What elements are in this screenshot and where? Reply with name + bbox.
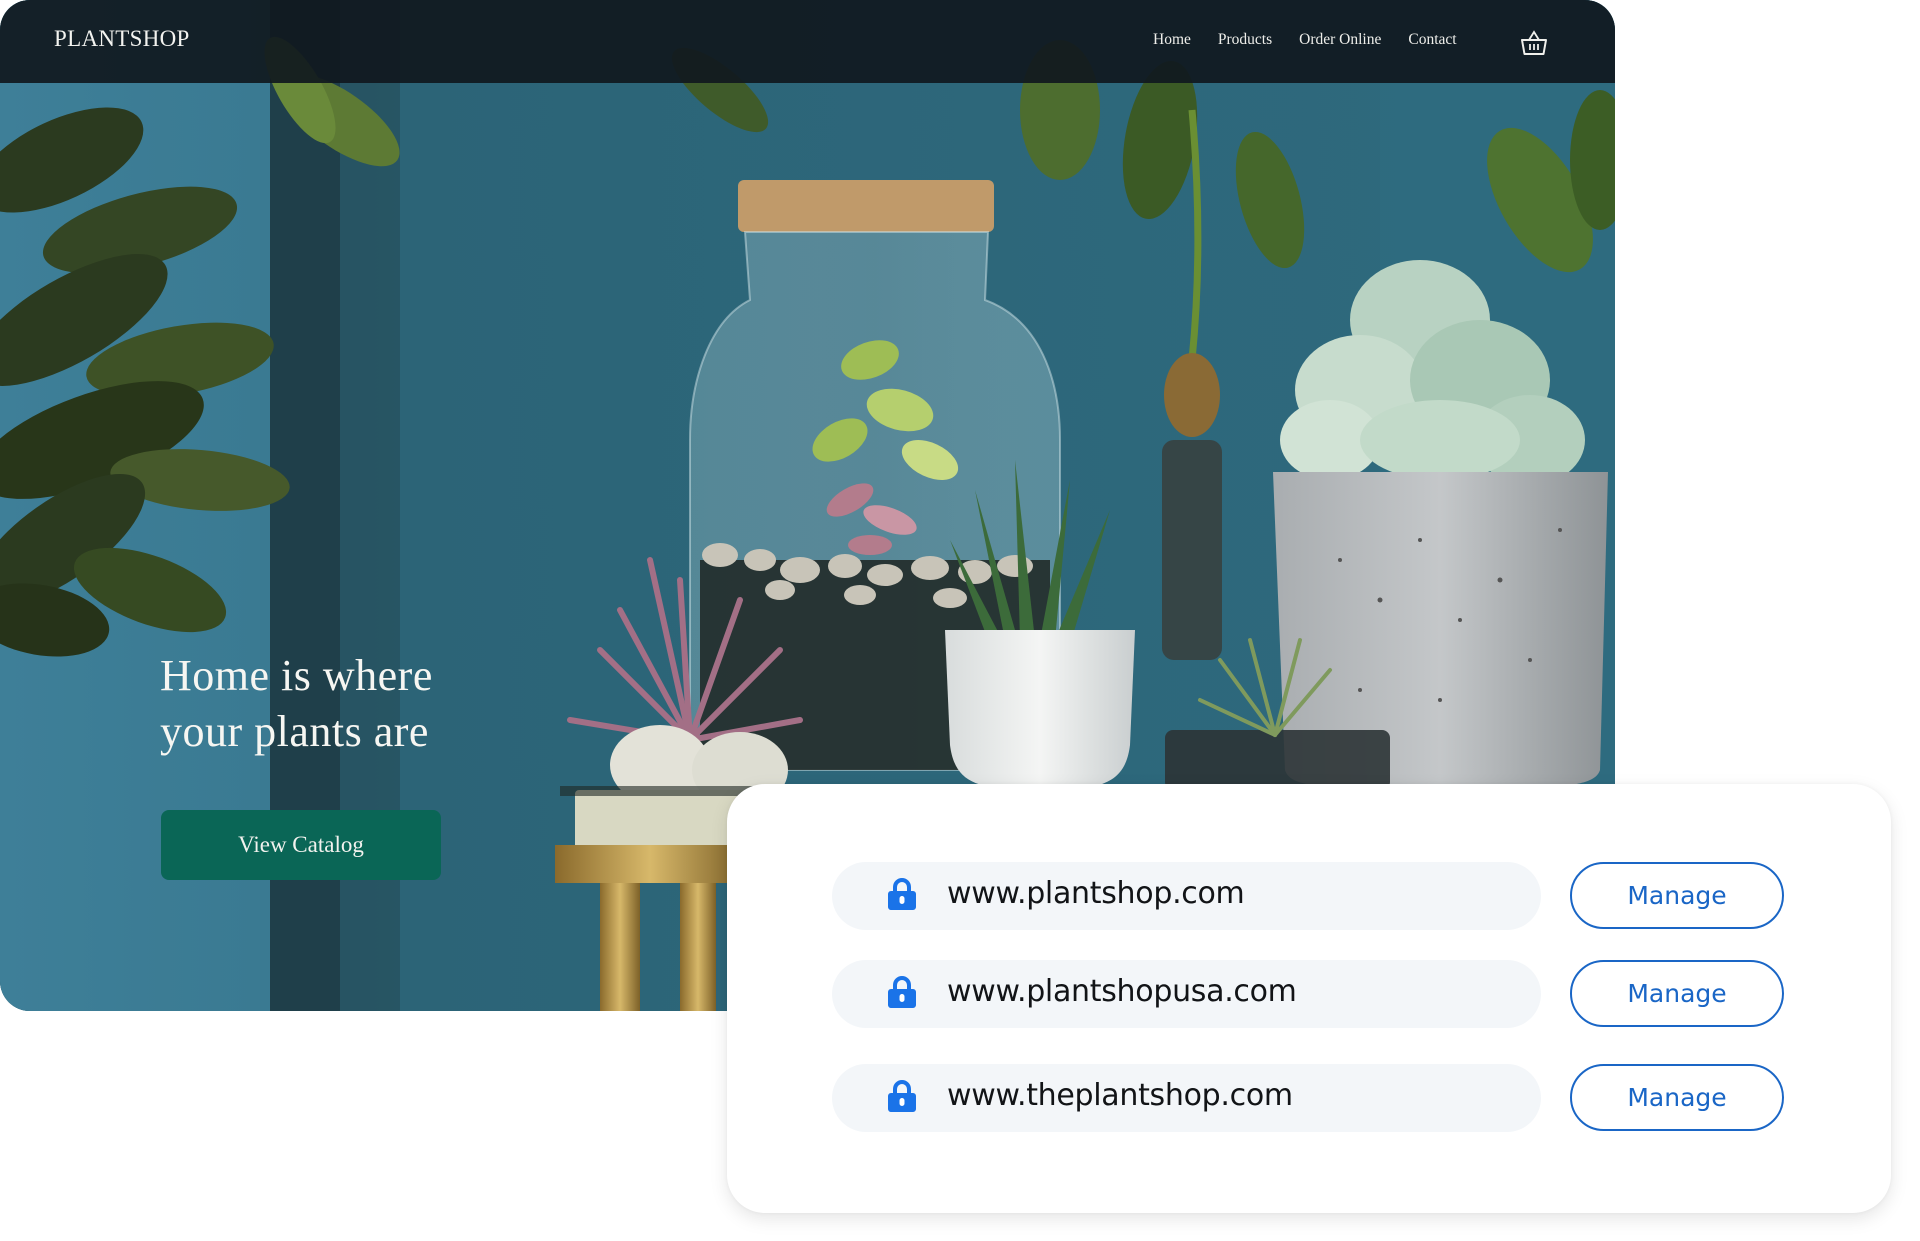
lock-icon	[888, 976, 916, 1008]
shopping-basket-icon[interactable]	[1520, 30, 1548, 56]
domain-field: www.plantshopusa.com	[832, 960, 1541, 1028]
domain-name: www.plantshopusa.com	[947, 974, 1297, 1009]
manage-button[interactable]: Manage	[1570, 960, 1784, 1027]
domain-row: www.plantshopusa.com Manage	[832, 960, 1784, 1028]
nav-links: Home Products Order Online Contact	[1153, 31, 1457, 49]
domain-name: www.plantshop.com	[947, 876, 1245, 911]
hero-headline: Home is where your plants are	[160, 648, 433, 760]
domain-field: www.plantshop.com	[832, 862, 1541, 930]
nav-home[interactable]: Home	[1153, 31, 1191, 49]
domain-list-panel: www.plantshop.com Manage www.plantshopus…	[727, 784, 1891, 1213]
manage-button[interactable]: Manage	[1570, 1064, 1784, 1131]
view-catalog-button[interactable]: View Catalog	[161, 810, 441, 880]
domain-row: www.plantshop.com Manage	[832, 862, 1784, 930]
lock-icon	[888, 878, 916, 910]
hero-headline-line-1: Home is where	[160, 651, 433, 700]
site-navbar: PLANTSHOP Home Products Order Online Con…	[0, 0, 1615, 83]
lock-icon	[888, 1080, 916, 1112]
domain-row: www.theplantshop.com Manage	[832, 1064, 1784, 1132]
manage-button[interactable]: Manage	[1570, 862, 1784, 929]
domain-name: www.theplantshop.com	[947, 1078, 1293, 1113]
site-logo[interactable]: PLANTSHOP	[54, 26, 190, 52]
hero-headline-line-2: your plants are	[160, 707, 429, 756]
nav-contact[interactable]: Contact	[1408, 31, 1456, 49]
nav-products[interactable]: Products	[1218, 31, 1272, 49]
domain-field: www.theplantshop.com	[832, 1064, 1541, 1132]
nav-order-online[interactable]: Order Online	[1299, 31, 1381, 49]
